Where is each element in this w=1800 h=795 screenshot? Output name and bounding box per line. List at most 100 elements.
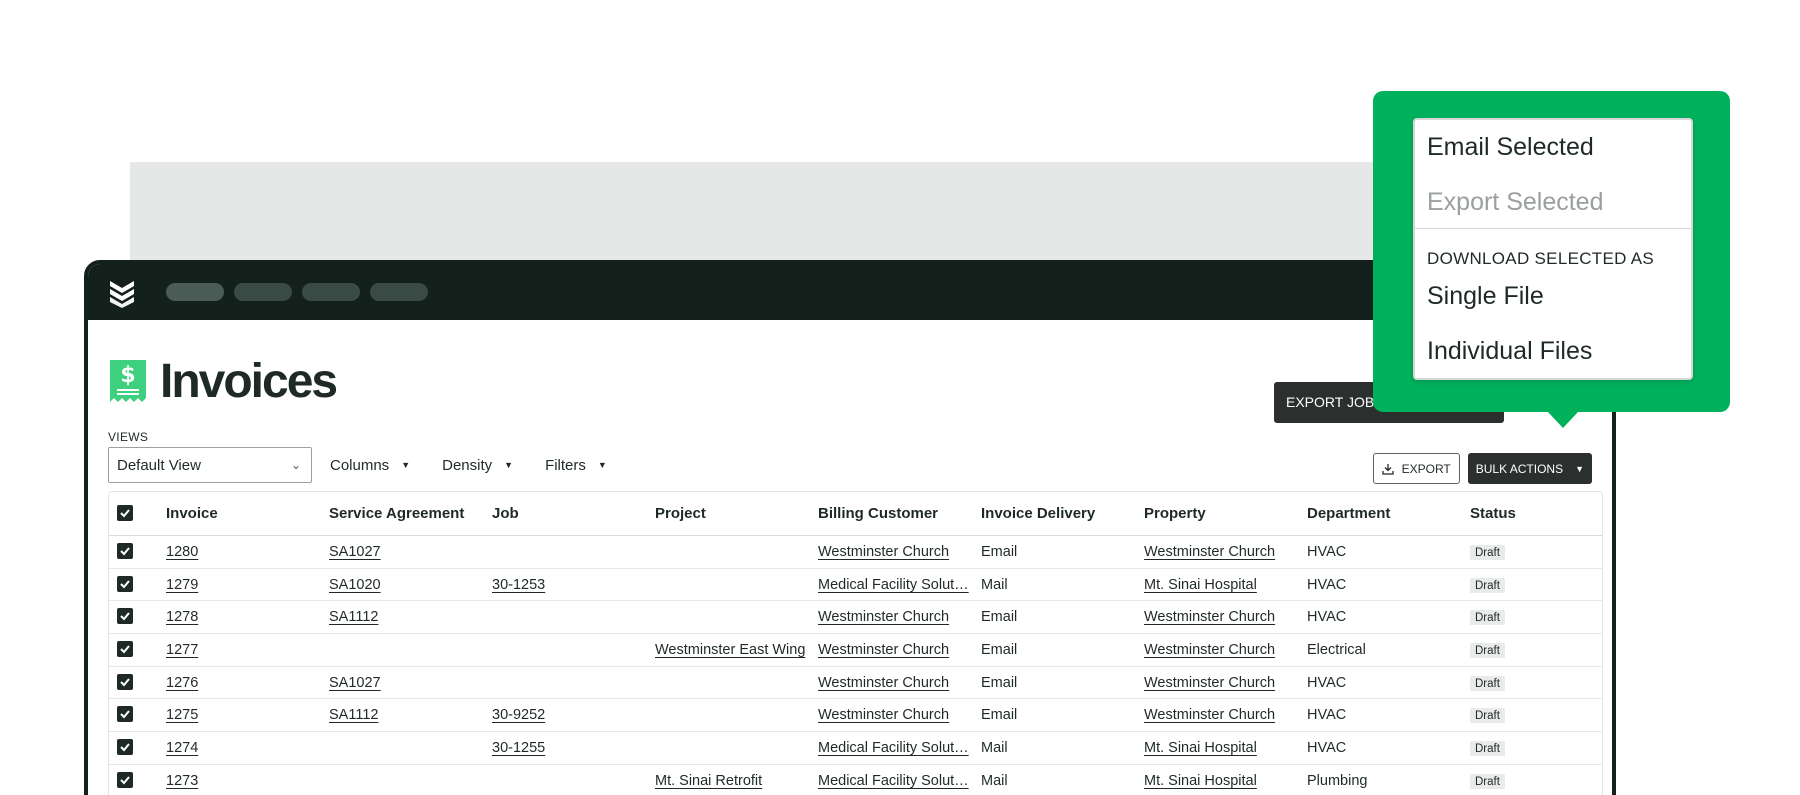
job-link[interactable]: 30-1255 xyxy=(492,740,545,756)
main-content: $ Invoices EXPORT JOBS VIEWS Default Vie… xyxy=(88,348,1612,795)
customer-link[interactable]: Westminster Church xyxy=(818,609,949,625)
customer-link[interactable]: Medical Facility Solut… xyxy=(818,773,969,789)
view-select[interactable]: Default View ⌄ xyxy=(108,447,312,483)
table-row[interactable]: 1279 SA1020 30-1253 Medical Facility Sol… xyxy=(109,569,1602,602)
status-badge: Draft xyxy=(1470,544,1505,560)
delivery-cell: Mail xyxy=(981,576,1008,593)
nav-placeholder-4[interactable] xyxy=(370,283,428,301)
svg-text:$: $ xyxy=(120,363,135,388)
caret-down-icon: ▼ xyxy=(1575,463,1584,474)
column-header-service-agreement[interactable]: Service Agreement xyxy=(329,505,492,522)
row-checkbox[interactable] xyxy=(117,706,133,723)
department-cell: HVAC xyxy=(1307,543,1347,560)
export-selected-item: Export Selected xyxy=(1427,188,1604,216)
invoice-link[interactable]: 1277 xyxy=(166,642,198,658)
agreement-link[interactable]: SA1112 xyxy=(329,707,378,723)
column-header-department[interactable]: Department xyxy=(1307,505,1470,522)
delivery-cell: Email xyxy=(981,674,1018,691)
row-checkbox[interactable] xyxy=(117,608,133,625)
property-link[interactable]: Mt. Sinai Hospital xyxy=(1144,577,1257,593)
invoices-table: Invoice Service Agreement Job Project Bi… xyxy=(108,491,1603,795)
table-row[interactable]: 1278 SA1112 Westminster Church Email Wes… xyxy=(109,601,1602,635)
email-selected-item[interactable]: Email Selected xyxy=(1415,120,1691,175)
invoice-link[interactable]: 1279 xyxy=(166,577,198,593)
bulk-actions-callout: Email Selected Export Selected DOWNLOAD … xyxy=(1373,91,1730,428)
nav-placeholder-1[interactable] xyxy=(166,283,224,301)
agreement-link[interactable]: SA1027 xyxy=(329,675,381,691)
density-label: Density xyxy=(442,456,493,474)
table-row[interactable]: 1277 Westminster East Wing Westminster C… xyxy=(109,634,1602,667)
table-row[interactable]: 1280 SA1027 Westminster Church Email Wes… xyxy=(109,536,1602,569)
column-header-project[interactable]: Project xyxy=(655,505,818,522)
status-badge: Draft xyxy=(1470,708,1505,724)
chevrons-logo-icon[interactable] xyxy=(106,276,138,308)
density-button[interactable]: Density ▼ xyxy=(442,457,513,474)
status-badge: Draft xyxy=(1470,675,1505,691)
department-cell: Electrical xyxy=(1307,641,1366,658)
bulk-actions-button[interactable]: BULK ACTIONS ▼ xyxy=(1467,453,1592,484)
table-row[interactable]: 1276 SA1027 Westminster Church Email Wes… xyxy=(109,667,1602,700)
row-checkbox[interactable] xyxy=(117,542,133,559)
row-checkbox[interactable] xyxy=(117,575,133,592)
department-cell: HVAC xyxy=(1307,707,1347,724)
invoice-link[interactable]: 1273 xyxy=(166,773,198,789)
customer-link[interactable]: Westminster Church xyxy=(818,675,949,691)
select-all-checkbox[interactable] xyxy=(117,504,133,521)
job-link[interactable]: 30-1253 xyxy=(492,577,545,593)
row-checkbox[interactable] xyxy=(117,738,133,755)
filters-button[interactable]: Filters ▼ xyxy=(545,457,607,474)
export-button[interactable]: EXPORT xyxy=(1372,453,1460,484)
invoice-link[interactable]: 1276 xyxy=(166,675,198,691)
single-file-item[interactable]: Single File xyxy=(1415,269,1691,324)
table-row[interactable]: 1273 Mt. Sinai Retrofit Medical Facility… xyxy=(109,765,1602,795)
property-link[interactable]: Westminster Church xyxy=(1144,544,1275,560)
property-link[interactable]: Westminster Church xyxy=(1144,675,1275,691)
row-checkbox[interactable] xyxy=(117,771,133,788)
column-header-job[interactable]: Job xyxy=(492,505,655,522)
customer-link[interactable]: Westminster Church xyxy=(818,544,949,560)
bulk-actions-label: BULK ACTIONS xyxy=(1475,461,1564,476)
row-checkbox[interactable] xyxy=(117,640,133,657)
row-checkbox[interactable] xyxy=(117,673,133,690)
download-icon xyxy=(1381,463,1394,475)
agreement-link[interactable]: SA1027 xyxy=(329,544,381,560)
download-selected-header: DOWNLOAD SELECTED AS xyxy=(1427,249,1655,268)
project-link[interactable]: Mt. Sinai Retrofit xyxy=(655,773,762,789)
property-link[interactable]: Mt. Sinai Hospital xyxy=(1144,740,1257,756)
status-badge: Draft xyxy=(1470,642,1505,658)
table-row[interactable]: 1274 30-1255 Medical Facility Solut… Mai… xyxy=(109,732,1602,765)
project-link[interactable]: Westminster East Wing xyxy=(655,642,805,658)
agreement-link[interactable]: SA1020 xyxy=(329,577,381,593)
nav-placeholder-3[interactable] xyxy=(302,283,360,301)
table-row[interactable]: 1275 SA1112 30-9252 Westminster Church E… xyxy=(109,699,1602,733)
column-header-property[interactable]: Property xyxy=(1144,505,1307,522)
invoice-link[interactable]: 1280 xyxy=(166,544,198,560)
individual-files-item[interactable]: Individual Files xyxy=(1415,324,1691,379)
status-badge: Draft xyxy=(1470,577,1505,593)
agreement-link[interactable]: SA1112 xyxy=(329,609,378,625)
job-link[interactable]: 30-9252 xyxy=(492,707,545,723)
column-header-invoice-delivery[interactable]: Invoice Delivery xyxy=(981,505,1144,522)
property-link[interactable]: Westminster Church xyxy=(1144,642,1275,658)
customer-link[interactable]: Westminster Church xyxy=(818,707,949,723)
customer-link[interactable]: Medical Facility Solut… xyxy=(818,577,969,593)
customer-link[interactable]: Medical Facility Solut… xyxy=(818,740,969,756)
delivery-cell: Email xyxy=(981,609,1018,626)
property-link[interactable]: Westminster Church xyxy=(1144,609,1275,625)
caret-down-icon: ▼ xyxy=(504,460,514,470)
invoice-link[interactable]: 1275 xyxy=(166,707,198,723)
chevron-down-icon: ⌄ xyxy=(290,458,301,472)
columns-button[interactable]: Columns ▼ xyxy=(330,457,410,474)
department-cell: HVAC xyxy=(1307,674,1347,691)
column-header-billing-customer[interactable]: Billing Customer xyxy=(818,505,981,522)
nav-placeholder-2[interactable] xyxy=(234,283,292,301)
column-header-invoice[interactable]: Invoice xyxy=(166,505,329,522)
property-link[interactable]: Mt. Sinai Hospital xyxy=(1144,773,1257,789)
department-cell: HVAC xyxy=(1307,739,1347,756)
property-link[interactable]: Westminster Church xyxy=(1144,707,1275,723)
invoice-link[interactable]: 1274 xyxy=(166,740,198,756)
invoice-link[interactable]: 1278 xyxy=(166,609,198,625)
customer-link[interactable]: Westminster Church xyxy=(818,642,949,658)
table-controls: Default View ⌄ Columns ▼ Density ▼ Filte… xyxy=(108,447,1592,484)
column-header-status[interactable]: Status xyxy=(1470,505,1612,522)
